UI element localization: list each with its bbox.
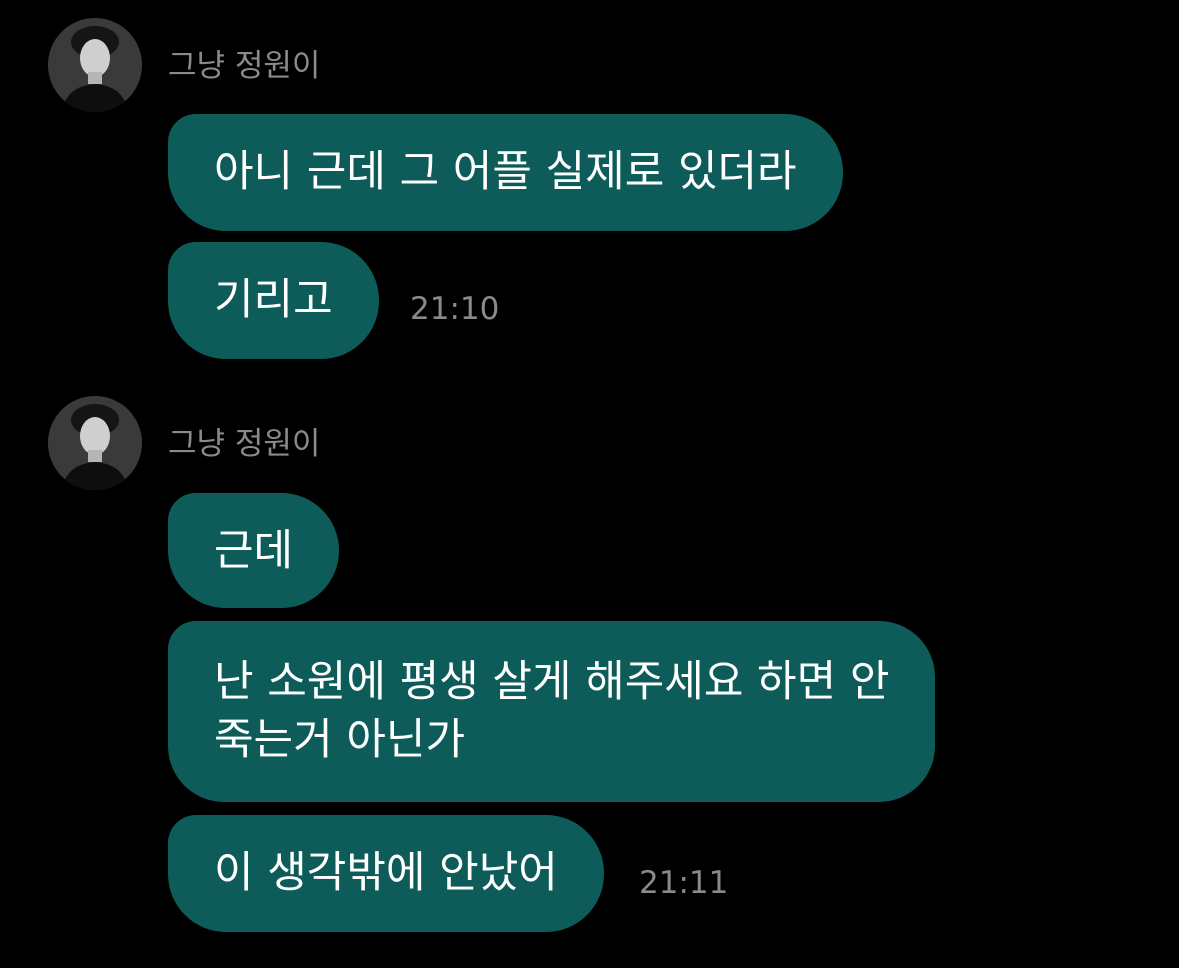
- sender-name: 그냥 정원이: [168, 48, 321, 84]
- message-text-line: 난 소원에 평생 살게 해주세요 하면 안: [214, 657, 890, 707]
- message-text: 기리고: [214, 275, 333, 325]
- message-bubble[interactable]: 근데: [168, 493, 340, 608]
- message-timestamp: 21:10: [410, 291, 500, 327]
- sender-name: 그냥 정원이: [168, 426, 321, 462]
- profile-photo-icon: [48, 396, 142, 490]
- message-bubble[interactable]: 난 소원에 평생 살게 해주세요 하면 안 죽는거 아닌가: [168, 621, 936, 802]
- message-bubble[interactable]: 이 생각밖에 안났어: [168, 815, 604, 932]
- message-text: 아니 근데 그 어플 실제로 있더라: [214, 147, 797, 197]
- profile-photo-icon: [48, 18, 142, 112]
- avatar[interactable]: [48, 396, 142, 490]
- message-bubble[interactable]: 아니 근데 그 어플 실제로 있더라: [168, 114, 843, 231]
- message-bubble[interactable]: 기리고: [168, 242, 379, 359]
- message-timestamp: 21:11: [639, 865, 729, 901]
- message-text: 이 생각밖에 안났어: [214, 848, 558, 898]
- avatar[interactable]: [48, 18, 142, 112]
- message-text: 근데: [214, 526, 294, 576]
- message-text-line: 죽는거 아닌가: [214, 715, 466, 765]
